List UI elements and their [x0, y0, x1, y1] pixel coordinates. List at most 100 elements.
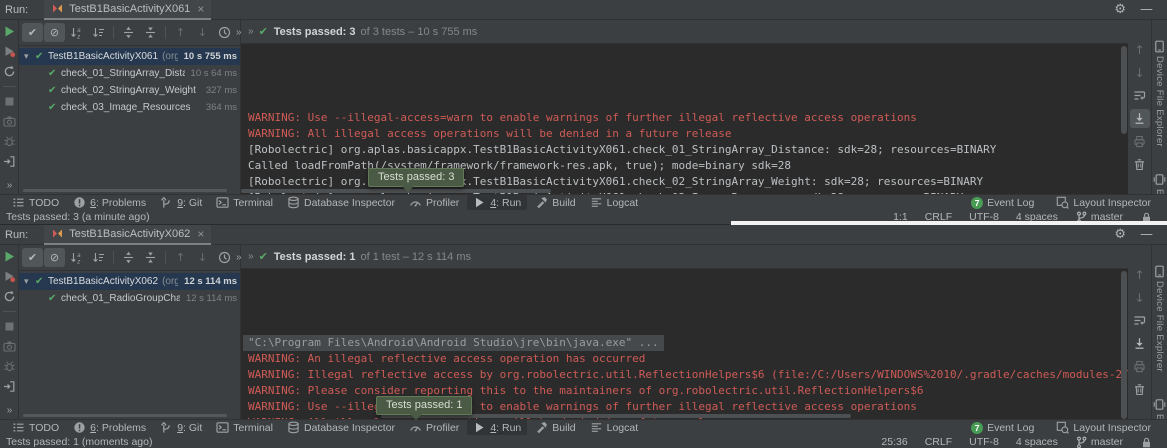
- scroll-down-button[interactable]: ↓: [1130, 288, 1150, 307]
- toolwindow-button-database-inspector[interactable]: Database Inspector: [281, 195, 401, 210]
- toolwindow-button-profiler[interactable]: Profiler: [403, 420, 465, 435]
- jump-to-source-button[interactable]: [3, 380, 16, 393]
- toolwindow-button-profiler[interactable]: Profiler: [403, 195, 465, 210]
- test-tree-row[interactable]: ✔check_03_Image_Resources364 ms: [19, 99, 240, 116]
- test-tree-row[interactable]: ✔check_01_RadioGroupChange12 s 114 ms: [19, 290, 240, 307]
- screenshot-button[interactable]: [3, 115, 16, 128]
- expand-all-button[interactable]: [118, 248, 139, 267]
- rerun-failed-tests-button[interactable]: [3, 270, 16, 283]
- next-occurrence-button[interactable]: ↓: [192, 248, 213, 267]
- profile-tests-button[interactable]: [3, 135, 16, 148]
- expand-all-button[interactable]: [118, 23, 139, 42]
- test-history-button[interactable]: [214, 23, 235, 42]
- toolwindow-button-database-inspector[interactable]: Database Inspector: [281, 420, 401, 435]
- clear-all-button[interactable]: [1130, 155, 1150, 174]
- show-ignored-toggle[interactable]: ⊘: [44, 248, 65, 267]
- toolwindow-button-todo[interactable]: TODO: [6, 420, 65, 435]
- clear-all-button[interactable]: [1130, 380, 1150, 399]
- hide-window-icon[interactable]: —: [1140, 227, 1153, 242]
- rerun-tests-button[interactable]: [3, 250, 16, 263]
- scroll-to-end-button[interactable]: [1130, 334, 1150, 353]
- print-button[interactable]: [1130, 357, 1150, 376]
- lock-icon[interactable]: [1140, 436, 1153, 448]
- test-tree-root-row[interactable]: ▾✔TestB1BasicActivityX062(org.aplas.t12 …: [19, 273, 240, 290]
- toolwindow-button-todo[interactable]: TODO: [6, 195, 65, 210]
- previous-occurrence-button[interactable]: ↑: [170, 23, 191, 42]
- show-passed-toggle[interactable]: ✔: [22, 23, 43, 42]
- scroll-up-button[interactable]: ↑: [1130, 40, 1150, 59]
- toggle-auto-test-button[interactable]: [3, 65, 16, 78]
- more-toolbar-icon[interactable]: »: [236, 252, 241, 263]
- caret-position[interactable]: 25:36: [881, 436, 907, 448]
- stop-button[interactable]: [3, 320, 16, 333]
- status-segment-utf-8[interactable]: UTF-8: [969, 436, 999, 448]
- toolwindow-button-build[interactable]: Build: [529, 420, 581, 435]
- layout-inspector-button[interactable]: Layout Inspector: [1050, 195, 1157, 210]
- sort-alphabetically-button[interactable]: az: [66, 248, 87, 267]
- toolwindow-button-logcat[interactable]: Logcat: [584, 420, 645, 435]
- layout-inspector-button[interactable]: Layout Inspector: [1050, 420, 1157, 435]
- status-segment-crlf[interactable]: CRLF: [925, 436, 952, 448]
- tree-horizontal-scrollbar[interactable]: [23, 189, 227, 192]
- test-history-button[interactable]: [214, 248, 235, 267]
- close-tab-icon[interactable]: ×: [197, 3, 204, 15]
- screenshot-button[interactable]: [3, 340, 16, 353]
- profile-tests-button[interactable]: [3, 360, 16, 373]
- stop-button[interactable]: [3, 95, 16, 108]
- test-tree-row[interactable]: ✔check_01_StringArray_Distance10 s 64 ms: [19, 65, 240, 82]
- toolwindow-button-git[interactable]: 9: Git: [154, 420, 208, 435]
- run-tab[interactable]: TestB1BasicActivityX061 ×: [44, 0, 211, 20]
- stripe-button-device-file-explorer[interactable]: Device File Explorer: [1153, 265, 1166, 372]
- collapse-all-button[interactable]: [140, 23, 161, 42]
- status-segment-4-spaces[interactable]: 4 spaces: [1016, 436, 1058, 448]
- previous-occurrence-button[interactable]: ↑: [170, 248, 191, 267]
- chevrons-icon[interactable]: »: [248, 26, 253, 37]
- toggle-auto-test-button[interactable]: [3, 290, 16, 303]
- settings-gear-icon[interactable]: ⚙: [1114, 227, 1126, 242]
- console-vertical-scrollbar[interactable]: [1121, 46, 1127, 134]
- more-options-icon[interactable]: »: [7, 405, 12, 416]
- tree-horizontal-scrollbar[interactable]: [23, 414, 227, 417]
- rerun-failed-tests-button[interactable]: [3, 45, 16, 58]
- toolwindow-button-git[interactable]: 9: Git: [154, 195, 208, 210]
- console-output[interactable]: "C:\Program Files\Android\Android Studio…: [241, 269, 1128, 419]
- expand-chevron-icon[interactable]: ▾: [24, 277, 35, 287]
- sort-by-duration-button[interactable]: [88, 248, 109, 267]
- print-button[interactable]: [1130, 132, 1150, 151]
- collapse-all-button[interactable]: [140, 248, 161, 267]
- sort-by-duration-button[interactable]: [88, 23, 109, 42]
- toolwindow-button-run[interactable]: 4: Run: [467, 195, 527, 210]
- soft-wrap-button[interactable]: [1130, 311, 1150, 330]
- next-occurrence-button[interactable]: ↓: [192, 23, 213, 42]
- git-branch-indicator[interactable]: master: [1075, 436, 1123, 448]
- toolwindow-button-build[interactable]: Build: [529, 195, 581, 210]
- more-toolbar-icon[interactable]: »: [236, 27, 241, 38]
- rerun-tests-button[interactable]: [3, 25, 16, 38]
- test-tree-row[interactable]: ✔check_02_StringArray_Weight327 ms: [19, 82, 240, 99]
- sort-alphabetically-button[interactable]: az: [66, 23, 87, 42]
- show-ignored-toggle[interactable]: ⊘: [44, 23, 65, 42]
- event-log-button[interactable]: 7 Event Log: [965, 421, 1040, 435]
- toolwindow-button-terminal[interactable]: Terminal: [210, 420, 279, 435]
- jump-to-source-button[interactable]: [3, 155, 16, 168]
- hide-window-icon[interactable]: —: [1140, 2, 1153, 17]
- stripe-button-device-file-explorer[interactable]: Device File Explorer: [1153, 40, 1166, 147]
- settings-gear-icon[interactable]: ⚙: [1114, 2, 1126, 17]
- toolwindow-button-problems[interactable]: 6: Problems: [67, 195, 152, 210]
- toolwindow-button-terminal[interactable]: Terminal: [210, 195, 279, 210]
- expand-chevron-icon[interactable]: ▾: [24, 52, 35, 62]
- scroll-to-end-button[interactable]: [1130, 109, 1150, 128]
- scroll-up-button[interactable]: ↑: [1130, 265, 1150, 284]
- chevrons-icon[interactable]: »: [248, 251, 253, 262]
- run-tab[interactable]: TestB1BasicActivityX062 ×: [44, 225, 211, 245]
- console-vertical-scrollbar[interactable]: [1121, 271, 1127, 419]
- console-horizontal-scrollbar[interactable]: [241, 189, 551, 193]
- toolwindow-button-problems[interactable]: 6: Problems: [67, 420, 152, 435]
- toolwindow-button-run[interactable]: 4: Run: [467, 420, 527, 435]
- toolwindow-button-logcat[interactable]: Logcat: [584, 195, 645, 210]
- test-tree-root-row[interactable]: ▾✔TestB1BasicActivityX061(org.aplas.t10 …: [19, 48, 240, 65]
- close-tab-icon[interactable]: ×: [197, 228, 204, 240]
- scroll-down-button[interactable]: ↓: [1130, 63, 1150, 82]
- soft-wrap-button[interactable]: [1130, 86, 1150, 105]
- show-passed-toggle[interactable]: ✔: [22, 248, 43, 267]
